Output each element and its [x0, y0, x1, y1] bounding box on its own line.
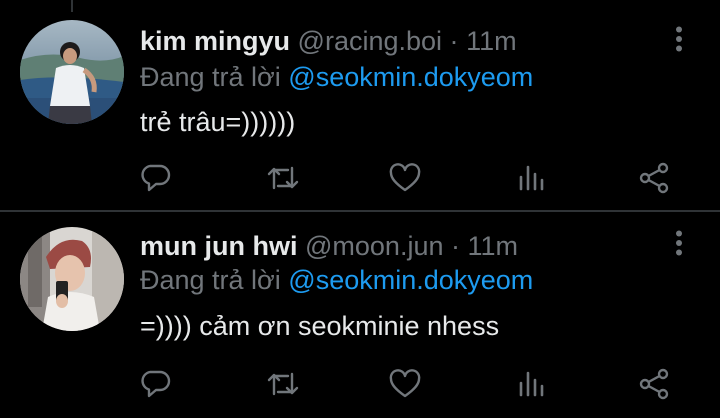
retweet-icon[interactable]	[265, 160, 301, 196]
replying-to-label: Đang trả lời	[140, 62, 281, 92]
replying-to-label: Đang trả lời	[140, 265, 281, 295]
timestamp[interactable]: 11m	[466, 26, 517, 56]
tweet-actions	[0, 160, 720, 196]
tweet-text: trẻ trâu=))))))	[140, 107, 296, 137]
like-icon[interactable]	[387, 366, 423, 402]
like-icon[interactable]	[387, 160, 423, 196]
user-handle[interactable]: @racing.boi	[298, 26, 442, 56]
more-options-icon[interactable]	[664, 24, 694, 54]
tweet-header: mun jun hwi @moon.jun · 11m	[140, 228, 518, 264]
tweet[interactable]: kim mingyu @racing.boi · 11m Đang trả lờ…	[0, 0, 720, 210]
replying-to-handle[interactable]: @seokmin.dokyeom	[288, 62, 533, 92]
separator-dot: ·	[449, 26, 459, 56]
tweet-actions	[0, 366, 720, 402]
reply-icon[interactable]	[138, 160, 174, 196]
display-name[interactable]: mun jun hwi	[140, 231, 297, 261]
replying-to-handle[interactable]: @seokmin.dokyeom	[288, 265, 533, 295]
tweet[interactable]: mun jun hwi @moon.jun · 11m Đang trả lời…	[0, 212, 720, 418]
display-name[interactable]: kim mingyu	[140, 26, 290, 56]
reply-icon[interactable]	[138, 366, 174, 402]
tweet-text: =)))) cảm ơn seokminie nhess	[140, 311, 500, 341]
avatar[interactable]	[20, 227, 124, 331]
separator-dot: ·	[451, 231, 460, 261]
share-icon[interactable]	[636, 160, 672, 196]
more-options-icon[interactable]	[664, 228, 694, 258]
retweet-icon[interactable]	[265, 366, 301, 402]
views-icon[interactable]	[513, 160, 549, 196]
timestamp[interactable]: 11m	[468, 231, 519, 261]
tweet-header: kim mingyu @racing.boi · 11m	[140, 23, 517, 59]
views-icon[interactable]	[513, 366, 549, 402]
share-icon[interactable]	[636, 366, 672, 402]
user-handle[interactable]: @moon.jun	[305, 231, 443, 261]
avatar[interactable]	[20, 20, 124, 124]
replying-to: Đang trả lời @seokmin.dokyeom	[140, 263, 533, 297]
replying-to: Đang trả lời @seokmin.dokyeom	[140, 60, 533, 94]
